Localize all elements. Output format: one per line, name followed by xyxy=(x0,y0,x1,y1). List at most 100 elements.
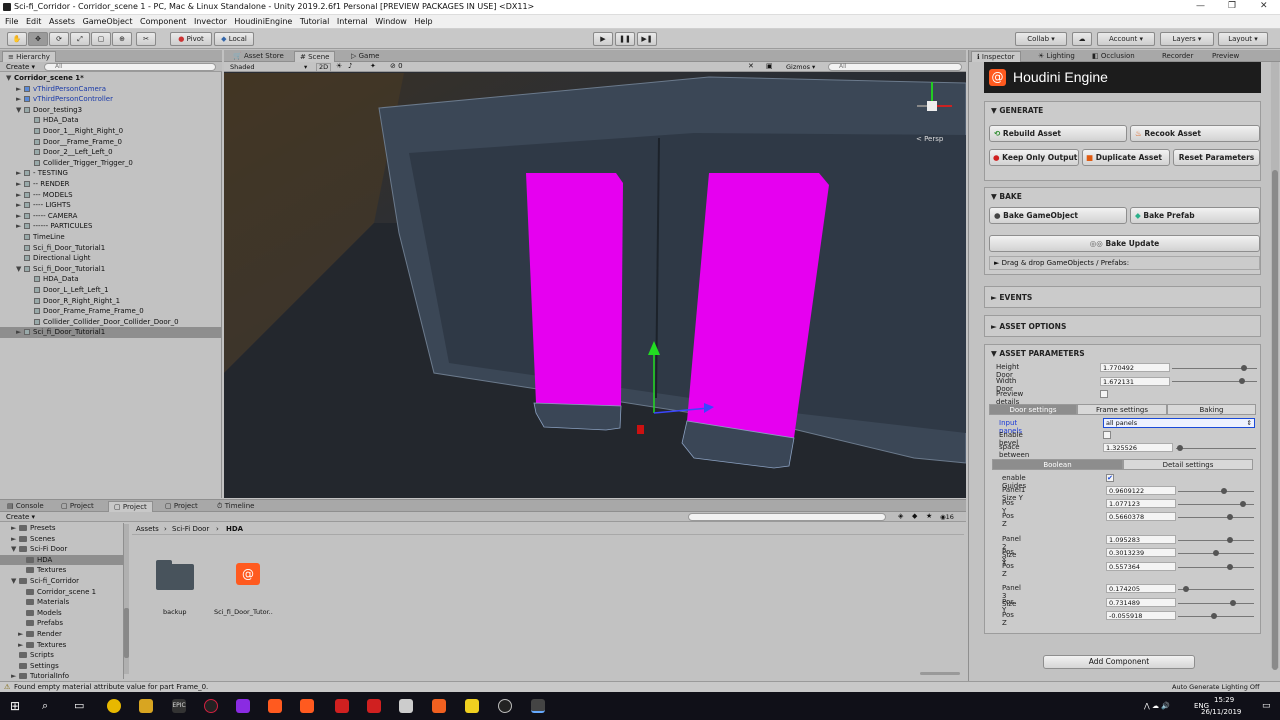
panel-param-field[interactable]: -0.055918 xyxy=(1106,611,1176,620)
expand-right-icon[interactable]: ► xyxy=(18,640,26,651)
hierarchy-row[interactable]: Collider_Collider_Door_Collider_Door_0 xyxy=(0,317,222,328)
notifications-icon[interactable]: ▭ xyxy=(1262,701,1271,711)
expand-down-icon[interactable]: ▼ xyxy=(16,105,24,116)
panel-param-field[interactable]: 0.731489 xyxy=(1106,598,1176,607)
events-section[interactable]: ► EVENTS xyxy=(984,286,1261,308)
filter-label-icon[interactable]: ◆ xyxy=(912,512,917,520)
scene-search-input[interactable]: All xyxy=(828,63,962,71)
orient-cube-icon[interactable] xyxy=(927,101,937,111)
tab-timeline[interactable]: ⏱ Timeline xyxy=(212,501,259,512)
tab-recorder[interactable]: Recorder xyxy=(1157,51,1198,62)
menu-gameobject[interactable]: GameObject xyxy=(83,15,133,26)
keep-only-output-button[interactable]: ● Keep Only Output xyxy=(989,149,1079,166)
panel-param-field[interactable]: 1.077123 xyxy=(1106,499,1176,508)
tab-door-settings[interactable]: Door settings xyxy=(989,404,1077,415)
layers-dropdown[interactable]: Layers ▾ xyxy=(1160,32,1214,46)
generate-header[interactable]: ▼ GENERATE xyxy=(991,106,1043,115)
hierarchy-row[interactable]: Door__Frame_Frame_0 xyxy=(0,137,222,148)
tools-settings-icon[interactable]: ✕ xyxy=(748,62,754,70)
bake-header[interactable]: ▼ BAKE xyxy=(991,192,1022,201)
file-explorer-icon[interactable] xyxy=(139,699,153,713)
unity-taskbar-icon[interactable] xyxy=(531,699,545,713)
project-search-input[interactable] xyxy=(688,513,886,521)
collab-dropdown[interactable]: Collab ▾ xyxy=(1015,32,1067,46)
panel-param-slider[interactable] xyxy=(1178,603,1254,604)
inspector-scroll-thumb[interactable] xyxy=(1272,170,1278,670)
expand-right-icon[interactable]: ► xyxy=(16,84,24,95)
tab-project-2[interactable]: ▢ Project xyxy=(108,501,153,512)
expand-right-icon[interactable]: ► xyxy=(18,629,26,640)
hierarchy-row[interactable]: Door_Frame_Frame_Frame_0 xyxy=(0,306,222,317)
clock-date[interactable]: 26/11/2019 xyxy=(1201,708,1241,716)
scale-tool-icon[interactable]: ⤢ xyxy=(70,32,90,46)
project-folder-row[interactable]: Textures xyxy=(0,565,124,576)
icon-size-slider[interactable] xyxy=(920,672,960,675)
hierarchy-row[interactable]: Sci_fi_Door_Tutorial1 xyxy=(0,243,222,254)
hierarchy-row[interactable]: Door_R_Right_Right_1 xyxy=(0,296,222,307)
duplicate-asset-button[interactable]: ■ Duplicate Asset xyxy=(1082,149,1170,166)
bake-prefab-button[interactable]: ◆ Bake Prefab xyxy=(1130,207,1260,224)
asset-options-section[interactable]: ► ASSET OPTIONS xyxy=(984,315,1261,337)
menu-help[interactable]: Help xyxy=(414,15,432,26)
hierarchy-row[interactable]: ► ----- CAMERA xyxy=(0,211,222,222)
hierarchy-row[interactable]: ► Sci_fi_Door_Tutorial1 xyxy=(0,327,222,338)
project-folder-row[interactable]: Settings xyxy=(0,661,124,672)
visibility-count[interactable]: ◉16 xyxy=(940,513,954,521)
project-folder-row[interactable]: Prefabs xyxy=(0,618,124,629)
breadcrumb-hda[interactable]: HDA xyxy=(226,525,243,533)
panel-param-slider[interactable] xyxy=(1178,491,1254,492)
custom-tool-icon[interactable]: ✂ xyxy=(136,32,156,46)
menu-assets[interactable]: Assets xyxy=(49,15,75,26)
tab-scene[interactable]: # Scene xyxy=(294,51,336,62)
panel-param-field[interactable]: 0.557364 xyxy=(1106,562,1176,571)
bake-update-button[interactable]: ◎◎ Bake Update xyxy=(989,235,1260,252)
panel-param-field[interactable]: 0.5660378 xyxy=(1106,512,1176,521)
menu-tutorial[interactable]: Tutorial xyxy=(300,15,329,26)
tab-project-3[interactable]: ▢ Project xyxy=(160,501,203,512)
local-toggle[interactable]: ◆ Local xyxy=(214,32,254,46)
tab-lighting[interactable]: ☀ Lighting xyxy=(1033,51,1080,62)
tab-project-1[interactable]: ▢ Project xyxy=(56,501,99,512)
favorite-icon[interactable]: ★ xyxy=(926,512,932,520)
hierarchy-row[interactable]: ► -- RENDER xyxy=(0,179,222,190)
tab-boolean[interactable]: Boolean xyxy=(992,459,1123,470)
asset-parameters-header[interactable]: ▼ ASSET PARAMETERS xyxy=(991,349,1085,358)
gizmo-x-handle-icon[interactable] xyxy=(637,425,644,434)
hierarchy-row[interactable]: HDA_Data xyxy=(0,274,222,285)
panel-param-slider[interactable] xyxy=(1178,567,1254,568)
panel-param-slider-knob[interactable] xyxy=(1220,488,1227,494)
hierarchy-row[interactable]: HDA_Data xyxy=(0,115,222,126)
houdini-taskbar-icon-2[interactable] xyxy=(300,699,314,713)
project-folder-row[interactable]: Materials xyxy=(0,597,124,608)
transform-tool-icon[interactable]: ⊕ xyxy=(112,32,132,46)
hierarchy-tab[interactable]: ≡ Hierarchy xyxy=(2,51,56,62)
space-between-panels-field[interactable]: 1.325526 xyxy=(1103,443,1173,452)
cloud-icon[interactable]: ☁ xyxy=(1072,32,1092,46)
width-door-slider-knob[interactable] xyxy=(1238,378,1245,384)
mode-2d-toggle[interactable]: 2D xyxy=(316,63,332,72)
panel-param-slider-knob[interactable] xyxy=(1226,537,1233,543)
panel-param-field[interactable]: 0.9609122 xyxy=(1106,486,1176,495)
project-folder-row[interactable]: ► Scenes xyxy=(0,534,124,545)
enable-guides-checkbox[interactable]: ✔ xyxy=(1106,474,1114,482)
obs-icon[interactable] xyxy=(204,699,218,713)
hierarchy-row[interactable]: ▼ Corridor_scene 1* xyxy=(0,73,222,84)
steam-icon[interactable] xyxy=(498,699,512,713)
recook-asset-button[interactable]: ♨ Recook Asset xyxy=(1130,125,1260,142)
hand-tool-icon[interactable]: ✋ xyxy=(7,32,27,46)
expand-down-icon[interactable]: ▼ xyxy=(11,544,19,555)
tab-frame-settings[interactable]: Frame settings xyxy=(1077,404,1167,415)
step-button[interactable]: ▶❚ xyxy=(637,32,657,46)
rect-tool-icon[interactable]: ▢ xyxy=(91,32,111,46)
project-folder-row[interactable]: ▼ Sci-fi_Corridor xyxy=(0,576,124,587)
filter-type-icon[interactable]: ◈ xyxy=(898,512,903,520)
enable-bevel-checkbox[interactable] xyxy=(1103,431,1111,439)
tab-game[interactable]: ▷ Game xyxy=(346,51,384,62)
asset-options-header[interactable]: ► ASSET OPTIONS xyxy=(991,322,1066,331)
height-door-field[interactable]: 1.770492 xyxy=(1100,363,1170,372)
layout-dropdown[interactable]: Layout ▾ xyxy=(1218,32,1268,46)
tab-occlusion[interactable]: ◧ Occlusion xyxy=(1087,51,1140,62)
hierarchy-row[interactable]: ▼ Sci_fi_Door_Tutorial1 xyxy=(0,264,222,275)
expand-right-icon[interactable]: ► xyxy=(16,94,24,105)
hierarchy-row[interactable]: ► ------ PARTICULES xyxy=(0,221,222,232)
